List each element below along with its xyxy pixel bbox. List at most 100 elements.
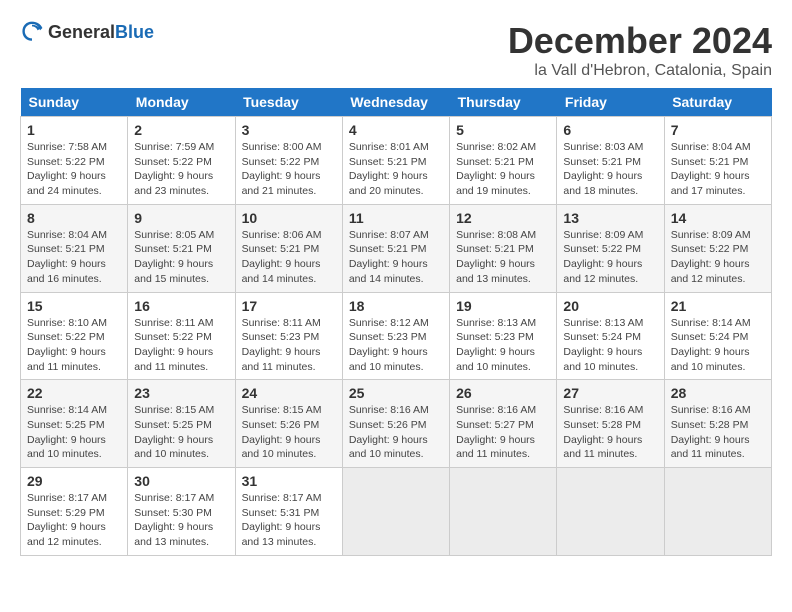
day-number: 16 bbox=[134, 298, 228, 314]
calendar-cell: 20Sunrise: 8:13 AMSunset: 5:24 PMDayligh… bbox=[557, 292, 664, 380]
calendar-cell: 14 Sunrise: 8:09 AMSunset: 5:22 PMDayligh… bbox=[664, 204, 771, 292]
day-number: 28 bbox=[671, 385, 765, 401]
day-info: Sunrise: 8:11 AMSunset: 5:23 PMDaylight:… bbox=[242, 316, 336, 375]
calendar-cell: 23 Sunrise: 8:15 AMSunset: 5:25 PMDayligh… bbox=[128, 380, 235, 468]
calendar-cell: 6Sunrise: 8:03 AMSunset: 5:21 PMDaylight… bbox=[557, 117, 664, 205]
calendar-cell bbox=[557, 468, 664, 556]
calendar-cell: 22 Sunrise: 8:14 AMSunset: 5:25 PMDayligh… bbox=[21, 380, 128, 468]
day-info: Sunrise: 8:01 AMSunset: 5:21 PMDaylight:… bbox=[349, 140, 443, 199]
day-number: 26 bbox=[456, 385, 550, 401]
day-number: 5 bbox=[456, 122, 550, 138]
calendar-week-row-1: 1 Sunrise: 7:58 AMSunset: 5:22 PMDaylight… bbox=[21, 117, 772, 205]
calendar-cell: 1 Sunrise: 7:58 AMSunset: 5:22 PMDaylight… bbox=[21, 117, 128, 205]
day-info: Sunrise: 7:59 AMSunset: 5:22 PMDaylight:… bbox=[134, 140, 228, 199]
calendar-cell: 4 Sunrise: 8:01 AMSunset: 5:21 PMDaylight… bbox=[342, 117, 449, 205]
day-number: 31 bbox=[242, 473, 336, 489]
calendar-cell: 12 Sunrise: 8:08 AMSunset: 5:21 PMDayligh… bbox=[450, 204, 557, 292]
day-number: 14 bbox=[671, 210, 765, 226]
calendar-cell: 18 Sunrise: 8:12 AMSunset: 5:23 PMDayligh… bbox=[342, 292, 449, 380]
day-info: Sunrise: 8:16 AMSunset: 5:28 PMDaylight:… bbox=[671, 403, 765, 462]
calendar-week-row-2: 8Sunrise: 8:04 AMSunset: 5:21 PMDaylight… bbox=[21, 204, 772, 292]
calendar-cell bbox=[450, 468, 557, 556]
day-number: 11 bbox=[349, 210, 443, 226]
day-info: Sunrise: 8:17 AMSunset: 5:30 PMDaylight:… bbox=[134, 491, 228, 550]
calendar-week-row-3: 15 Sunrise: 8:10 AMSunset: 5:22 PMDayligh… bbox=[21, 292, 772, 380]
day-info: Sunrise: 8:17 AMSunset: 5:31 PMDaylight:… bbox=[242, 491, 336, 550]
calendar-cell: 21 Sunrise: 8:14 AMSunset: 5:24 PMDayligh… bbox=[664, 292, 771, 380]
day-number: 18 bbox=[349, 298, 443, 314]
day-info: Sunrise: 8:10 AMSunset: 5:22 PMDaylight:… bbox=[27, 316, 121, 375]
calendar-cell: 9 Sunrise: 8:05 AMSunset: 5:21 PMDaylight… bbox=[128, 204, 235, 292]
day-number: 4 bbox=[349, 122, 443, 138]
weekday-header-row: SundayMondayTuesdayWednesdayThursdayFrid… bbox=[21, 88, 772, 117]
day-info: Sunrise: 8:09 AMSunset: 5:22 PMDaylight:… bbox=[671, 228, 765, 287]
day-info: Sunrise: 8:12 AMSunset: 5:23 PMDaylight:… bbox=[349, 316, 443, 375]
calendar-cell: 26 Sunrise: 8:16 AMSunset: 5:27 PMDayligh… bbox=[450, 380, 557, 468]
day-number: 23 bbox=[134, 385, 228, 401]
calendar-cell bbox=[664, 468, 771, 556]
calendar-cell: 11 Sunrise: 8:07 AMSunset: 5:21 PMDayligh… bbox=[342, 204, 449, 292]
weekday-header-friday: Friday bbox=[557, 88, 664, 117]
day-number: 13 bbox=[563, 210, 657, 226]
day-info: Sunrise: 8:16 AMSunset: 5:27 PMDaylight:… bbox=[456, 403, 550, 462]
calendar-cell: 2 Sunrise: 7:59 AMSunset: 5:22 PMDaylight… bbox=[128, 117, 235, 205]
day-number: 22 bbox=[27, 385, 121, 401]
calendar-cell: 15 Sunrise: 8:10 AMSunset: 5:22 PMDayligh… bbox=[21, 292, 128, 380]
day-info: Sunrise: 8:05 AMSunset: 5:21 PMDaylight:… bbox=[134, 228, 228, 287]
day-number: 6 bbox=[563, 122, 657, 138]
day-info: Sunrise: 8:06 AMSunset: 5:21 PMDaylight:… bbox=[242, 228, 336, 287]
weekday-header-sunday: Sunday bbox=[21, 88, 128, 117]
day-info: Sunrise: 8:16 AMSunset: 5:26 PMDaylight:… bbox=[349, 403, 443, 462]
weekday-header-saturday: Saturday bbox=[664, 88, 771, 117]
calendar-cell: 5Sunrise: 8:02 AMSunset: 5:21 PMDaylight… bbox=[450, 117, 557, 205]
calendar-cell: 16 Sunrise: 8:11 AMSunset: 5:22 PMDayligh… bbox=[128, 292, 235, 380]
location-subtitle: la Vall d'Hebron, Catalonia, Spain bbox=[508, 62, 772, 80]
logo-text: GeneralBlue bbox=[48, 22, 154, 43]
calendar-cell: 7Sunrise: 8:04 AMSunset: 5:21 PMDaylight… bbox=[664, 117, 771, 205]
day-number: 9 bbox=[134, 210, 228, 226]
day-number: 2 bbox=[134, 122, 228, 138]
day-number: 15 bbox=[27, 298, 121, 314]
month-title: December 2024 bbox=[508, 20, 772, 62]
calendar-cell: 13 Sunrise: 8:09 AMSunset: 5:22 PMDayligh… bbox=[557, 204, 664, 292]
day-number: 29 bbox=[27, 473, 121, 489]
day-info: Sunrise: 8:04 AMSunset: 5:21 PMDaylight:… bbox=[27, 228, 121, 287]
day-info: Sunrise: 8:13 AMSunset: 5:23 PMDaylight:… bbox=[456, 316, 550, 375]
calendar-cell: 3Sunrise: 8:00 AMSunset: 5:22 PMDaylight… bbox=[235, 117, 342, 205]
day-info: Sunrise: 8:14 AMSunset: 5:25 PMDaylight:… bbox=[27, 403, 121, 462]
logo-icon bbox=[20, 20, 44, 44]
calendar-cell: 17Sunrise: 8:11 AMSunset: 5:23 PMDayligh… bbox=[235, 292, 342, 380]
day-info: Sunrise: 8:17 AMSunset: 5:29 PMDaylight:… bbox=[27, 491, 121, 550]
day-number: 7 bbox=[671, 122, 765, 138]
day-number: 25 bbox=[349, 385, 443, 401]
weekday-header-monday: Monday bbox=[128, 88, 235, 117]
calendar-cell: 27Sunrise: 8:16 AMSunset: 5:28 PMDayligh… bbox=[557, 380, 664, 468]
day-info: Sunrise: 8:07 AMSunset: 5:21 PMDaylight:… bbox=[349, 228, 443, 287]
calendar-cell: 28 Sunrise: 8:16 AMSunset: 5:28 PMDayligh… bbox=[664, 380, 771, 468]
day-info: Sunrise: 8:08 AMSunset: 5:21 PMDaylight:… bbox=[456, 228, 550, 287]
calendar-cell: 8Sunrise: 8:04 AMSunset: 5:21 PMDaylight… bbox=[21, 204, 128, 292]
day-number: 10 bbox=[242, 210, 336, 226]
calendar-cell: 29 Sunrise: 8:17 AMSunset: 5:29 PMDayligh… bbox=[21, 468, 128, 556]
weekday-header-wednesday: Wednesday bbox=[342, 88, 449, 117]
calendar-week-row-4: 22 Sunrise: 8:14 AMSunset: 5:25 PMDayligh… bbox=[21, 380, 772, 468]
day-info: Sunrise: 7:58 AMSunset: 5:22 PMDaylight:… bbox=[27, 140, 121, 199]
day-info: Sunrise: 8:09 AMSunset: 5:22 PMDaylight:… bbox=[563, 228, 657, 287]
day-info: Sunrise: 8:15 AMSunset: 5:25 PMDaylight:… bbox=[134, 403, 228, 462]
day-number: 19 bbox=[456, 298, 550, 314]
calendar-cell bbox=[342, 468, 449, 556]
calendar-week-row-5: 29 Sunrise: 8:17 AMSunset: 5:29 PMDayligh… bbox=[21, 468, 772, 556]
calendar-cell: 10 Sunrise: 8:06 AMSunset: 5:21 PMDayligh… bbox=[235, 204, 342, 292]
title-section: December 2024 la Vall d'Hebron, Cataloni… bbox=[508, 20, 772, 80]
day-number: 1 bbox=[27, 122, 121, 138]
day-info: Sunrise: 8:11 AMSunset: 5:22 PMDaylight:… bbox=[134, 316, 228, 375]
logo: GeneralBlue bbox=[20, 20, 154, 44]
day-info: Sunrise: 8:16 AMSunset: 5:28 PMDaylight:… bbox=[563, 403, 657, 462]
weekday-header-tuesday: Tuesday bbox=[235, 88, 342, 117]
weekday-header-thursday: Thursday bbox=[450, 88, 557, 117]
calendar-table: SundayMondayTuesdayWednesdayThursdayFrid… bbox=[20, 88, 772, 556]
day-info: Sunrise: 8:14 AMSunset: 5:24 PMDaylight:… bbox=[671, 316, 765, 375]
day-number: 21 bbox=[671, 298, 765, 314]
day-info: Sunrise: 8:00 AMSunset: 5:22 PMDaylight:… bbox=[242, 140, 336, 199]
day-number: 12 bbox=[456, 210, 550, 226]
